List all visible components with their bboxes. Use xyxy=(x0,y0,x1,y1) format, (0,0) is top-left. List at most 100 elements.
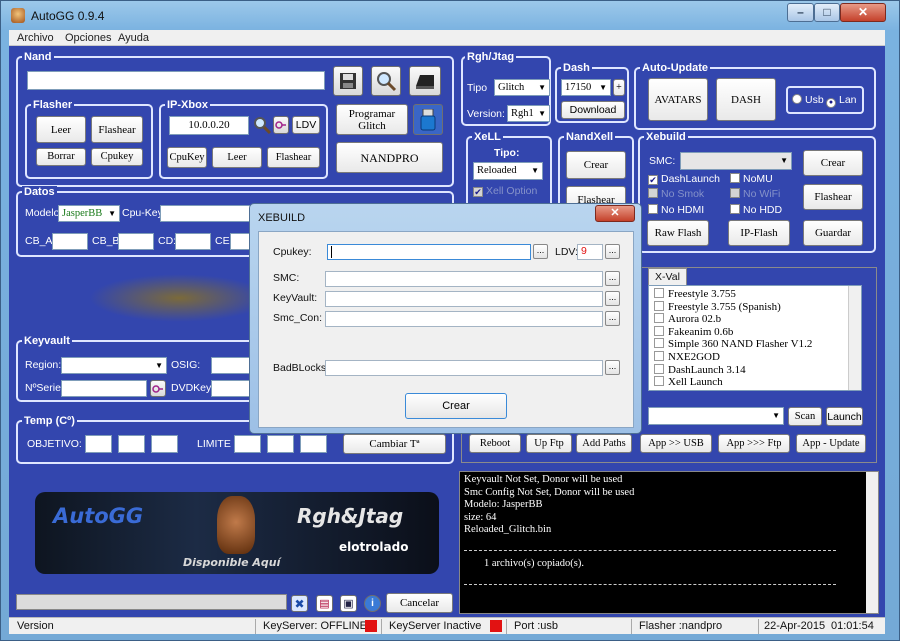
objetivo-input-1[interactable] xyxy=(85,435,112,453)
modelo-select[interactable]: JasperBB ▼ xyxy=(58,205,120,222)
addpaths-button[interactable]: Add Paths xyxy=(576,434,632,453)
tab-xval[interactable]: X-Val xyxy=(648,268,687,286)
limite-input-3[interactable] xyxy=(300,435,327,453)
app-list-item[interactable]: Freestyle 3.755 (Spanish) xyxy=(649,300,781,313)
app-checkbox[interactable] xyxy=(654,351,664,361)
dashlaunch-checkbox[interactable]: ✔ DashLaunch xyxy=(648,173,720,185)
ip-search-icon[interactable] xyxy=(252,115,272,135)
dialog-ldv-input[interactable]: 9 xyxy=(577,244,603,260)
flasher-leer-button[interactable]: Leer xyxy=(36,116,86,143)
xebuild-crear-button[interactable]: Crear xyxy=(803,150,863,176)
dash-plus-button[interactable]: + xyxy=(613,79,625,96)
app-list-item[interactable]: Freestyle 3.755 xyxy=(649,288,736,300)
ipflash-button[interactable]: IP-Flash xyxy=(728,220,790,246)
objetivo-input-2[interactable] xyxy=(118,435,145,453)
cambiar-temp-button[interactable]: Cambiar Tª xyxy=(343,434,446,454)
reboot-button[interactable]: Reboot xyxy=(469,434,521,453)
dialog-smc-input[interactable] xyxy=(325,271,603,287)
dialog-smccon-browse[interactable]: ... xyxy=(605,311,620,326)
tools-icon[interactable]: ✖ xyxy=(291,595,308,612)
app-list-item[interactable]: DashLaunch 3.14 xyxy=(649,363,746,376)
disk-icon[interactable]: ▣ xyxy=(340,595,357,612)
ip-flashear-button[interactable]: Flashear xyxy=(267,147,320,168)
xell-option-checkbox[interactable]: ✔ Xell Option xyxy=(473,185,537,197)
upftp-button[interactable]: Up Ftp xyxy=(526,434,572,453)
app-checkbox[interactable] xyxy=(654,363,664,374)
app-list-item[interactable]: NXE2GOD xyxy=(649,351,720,363)
dialog-crear-button[interactable]: Crear xyxy=(405,393,507,419)
usb-icon[interactable] xyxy=(413,104,443,135)
app-list-item[interactable]: Simple 360 NAND Flasher V1.2 xyxy=(649,338,812,350)
menu-ayuda[interactable]: Ayuda xyxy=(118,32,149,44)
launch-button[interactable]: Launch xyxy=(826,407,863,426)
cancelar-button[interactable]: Cancelar xyxy=(386,593,453,613)
nomu-checkbox[interactable]: NoMU xyxy=(730,173,773,185)
dialog-cpukey-browse[interactable]: ... xyxy=(533,244,548,259)
app-checkbox[interactable] xyxy=(654,300,664,311)
xebuild-flashear-button[interactable]: Flashear xyxy=(803,184,863,210)
avatars-button[interactable]: AVATARS xyxy=(648,78,708,121)
app-usb-button[interactable]: App >> USB xyxy=(640,434,712,453)
cpukey-input[interactable] xyxy=(160,205,254,222)
app-list-item[interactable]: Fakeanim 0.6b xyxy=(649,325,733,338)
dash-download-button[interactable]: Download xyxy=(561,101,625,119)
nandxell-crear-button[interactable]: Crear xyxy=(566,151,626,179)
document-icon[interactable]: ▤ xyxy=(316,595,333,612)
rgh-version-select[interactable]: Rgh1 ▼ xyxy=(507,105,550,122)
ip-cpukey-button[interactable]: CpuKey xyxy=(167,147,207,168)
dialog-keyvault-browse[interactable]: ... xyxy=(605,291,620,306)
save-icon[interactable] xyxy=(333,66,363,96)
search-icon[interactable] xyxy=(371,66,401,96)
app-checkbox[interactable] xyxy=(654,313,664,324)
dash-update-button[interactable]: DASH xyxy=(716,78,776,121)
usb-radio[interactable]: Usb xyxy=(792,94,824,106)
ip-leer-button[interactable]: Leer xyxy=(212,147,262,168)
minimize-button[interactable]: – xyxy=(787,3,814,22)
dialog-cpukey-input[interactable] xyxy=(327,244,531,260)
limite-input-1[interactable] xyxy=(234,435,261,453)
close-button[interactable]: ✕ xyxy=(840,3,886,22)
app-checkbox[interactable] xyxy=(654,288,664,298)
dialog-badblocks-browse[interactable]: ... xyxy=(605,360,620,375)
scan-button[interactable]: Scan xyxy=(788,407,822,426)
cbb-input[interactable] xyxy=(118,233,154,250)
app-list-item[interactable]: Aurora 02.b xyxy=(649,313,721,325)
dialog-badblocks-input[interactable] xyxy=(325,360,603,376)
guardar-button[interactable]: Guardar xyxy=(803,220,863,246)
nserie-key-icon[interactable] xyxy=(150,380,166,397)
nosmok-checkbox[interactable]: No Smok xyxy=(648,188,704,200)
flasher-borrar-button[interactable]: Borrar xyxy=(36,148,86,166)
apps-scrollbar[interactable] xyxy=(848,286,861,390)
flasher-cpukey-button[interactable]: Cpukey xyxy=(91,148,143,166)
dash-select[interactable]: 17150 ▼ xyxy=(561,79,611,96)
app-checkbox[interactable] xyxy=(654,325,664,336)
nowifi-checkbox[interactable]: No WiFi xyxy=(730,188,780,200)
nohdd-checkbox[interactable]: No HDD xyxy=(730,204,782,216)
limite-input-2[interactable] xyxy=(267,435,294,453)
rawflash-button[interactable]: Raw Flash xyxy=(647,220,709,246)
maximize-button[interactable]: □ xyxy=(814,3,840,22)
xell-tipo-select[interactable]: Reloaded ▼ xyxy=(473,162,543,180)
dialog-smc-browse[interactable]: ... xyxy=(605,271,620,286)
lan-radio[interactable]: ● Lan xyxy=(826,94,857,108)
apps-select[interactable]: ▼ xyxy=(648,407,784,425)
rgh-tipo-select[interactable]: Glitch ▼ xyxy=(494,79,550,96)
dialog-ldv-browse[interactable]: ... xyxy=(605,244,620,259)
smc-select[interactable]: ▼ xyxy=(680,152,792,170)
nserie-input[interactable] xyxy=(61,380,147,397)
app-update-button[interactable]: App - Update xyxy=(796,434,866,453)
dialog-smccon-input[interactable] xyxy=(325,311,603,327)
chip-icon[interactable] xyxy=(409,66,441,96)
apps-list[interactable]: Freestyle 3.755 Freestyle 3.755 (Spanish)… xyxy=(648,285,862,391)
app-checkbox[interactable] xyxy=(654,338,664,349)
menu-opciones[interactable]: Opciones xyxy=(65,32,111,44)
cd-input[interactable] xyxy=(175,233,211,250)
info-icon[interactable]: i xyxy=(364,595,381,612)
dialog-keyvault-input[interactable] xyxy=(325,291,603,307)
region-select[interactable]: ▼ xyxy=(61,357,167,374)
log-scrollbar[interactable] xyxy=(866,472,878,613)
cba-input[interactable] xyxy=(52,233,88,250)
key-icon[interactable] xyxy=(273,116,289,134)
app-checkbox[interactable] xyxy=(654,376,664,387)
app-list-item[interactable]: Xell Launch xyxy=(649,376,723,388)
